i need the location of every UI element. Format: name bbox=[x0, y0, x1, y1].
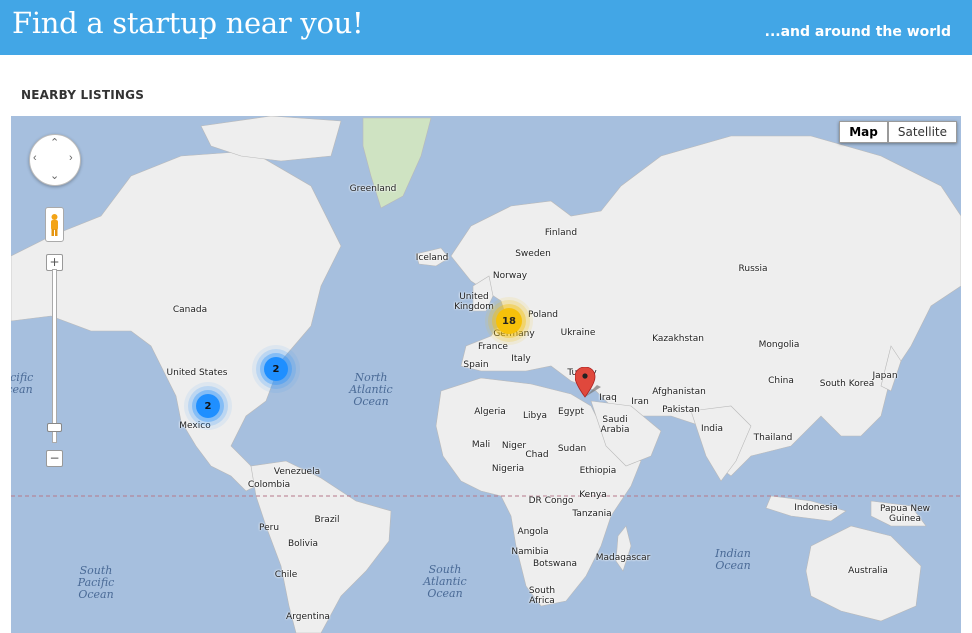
label-indonesia: Indonesia bbox=[794, 503, 838, 513]
label-kenya: Kenya bbox=[579, 490, 607, 500]
label-sudan: Sudan bbox=[557, 444, 587, 454]
label-angola: Angola bbox=[517, 527, 549, 537]
label-saudi-arabia: Saudi Arabia bbox=[600, 415, 630, 435]
label-namibia: Namibia bbox=[511, 547, 549, 557]
label-south-pacific-ocean: South Pacific Ocean bbox=[77, 564, 115, 601]
label-pakistan: Pakistan bbox=[662, 405, 700, 415]
label-venezuela: Venezuela bbox=[273, 467, 321, 477]
label-bolivia: Bolivia bbox=[287, 539, 319, 549]
label-brazil: Brazil bbox=[314, 515, 340, 525]
pegman-icon[interactable] bbox=[45, 207, 64, 242]
label-colombia: Colombia bbox=[247, 480, 291, 490]
label-tanzania: Tanzania bbox=[572, 509, 612, 519]
label-peru: Peru bbox=[258, 523, 280, 533]
page-header: Find a startup near you! ...and around t… bbox=[0, 0, 972, 55]
label-pacific-ocean: Pacific Ocean bbox=[11, 371, 34, 396]
cluster-marker-mexico[interactable]: 2 bbox=[196, 394, 220, 418]
label-madagascar: Madagascar bbox=[595, 553, 651, 563]
label-thailand: Thailand bbox=[753, 433, 793, 443]
label-dr-congo: DR Congo bbox=[528, 496, 574, 506]
label-china: China bbox=[768, 376, 794, 386]
label-ethiopia: Ethiopia bbox=[579, 466, 617, 476]
label-greenland: Greenland bbox=[349, 184, 397, 194]
label-afghanistan: Afghanistan bbox=[652, 387, 706, 397]
label-south-korea: South Korea bbox=[819, 379, 875, 389]
label-mexico: Mexico bbox=[179, 421, 211, 431]
pan-control-icon[interactable]: ⌃ ⌄ ‹ › bbox=[29, 134, 81, 186]
label-russia: Russia bbox=[738, 264, 768, 274]
map-type-map-button[interactable]: Map bbox=[839, 121, 888, 143]
label-france: France bbox=[478, 342, 508, 352]
label-chile: Chile bbox=[274, 570, 298, 580]
world-map[interactable]: Greenland Iceland Finland Sweden Norway … bbox=[11, 116, 961, 633]
zoom-slider-icon[interactable] bbox=[52, 269, 57, 443]
section-heading: NEARBY LISTINGS bbox=[21, 88, 145, 102]
label-canada: Canada bbox=[172, 305, 208, 315]
label-mali: Mali bbox=[471, 440, 491, 450]
label-mongolia: Mongolia bbox=[758, 340, 800, 350]
page-title: Find a startup near you! bbox=[12, 6, 364, 40]
label-spain: Spain bbox=[463, 360, 489, 370]
label-niger: Niger bbox=[501, 441, 527, 451]
label-indian-ocean: Indian Ocean bbox=[715, 547, 751, 572]
label-iran: Iran bbox=[631, 397, 649, 407]
label-south-atlantic-ocean: South Atlantic Ocean bbox=[423, 563, 467, 600]
cluster-marker-europe[interactable]: 18 bbox=[496, 308, 522, 334]
label-egypt: Egypt bbox=[558, 407, 584, 417]
map-pin-icon[interactable] bbox=[575, 367, 605, 399]
label-nigeria: Nigeria bbox=[491, 464, 525, 474]
label-libya: Libya bbox=[522, 411, 548, 421]
label-india: India bbox=[700, 424, 724, 434]
label-united-kingdom: United Kingdom bbox=[454, 292, 494, 312]
label-poland: Poland bbox=[527, 310, 559, 320]
label-algeria: Algeria bbox=[474, 407, 506, 417]
label-chad: Chad bbox=[525, 450, 549, 460]
label-sweden: Sweden bbox=[515, 249, 551, 259]
label-argentina: Argentina bbox=[286, 612, 330, 622]
map-type-satellite-button[interactable]: Satellite bbox=[887, 121, 957, 143]
label-finland: Finland bbox=[544, 228, 578, 238]
label-iceland: Iceland bbox=[415, 253, 449, 263]
map-base bbox=[11, 116, 961, 633]
label-papua-new-guinea: Papua New Guinea bbox=[880, 504, 930, 524]
label-botswana: Botswana bbox=[533, 559, 577, 569]
label-italy: Italy bbox=[511, 354, 531, 364]
label-norway: Norway bbox=[492, 271, 528, 281]
label-north-atlantic-ocean: North Atlantic Ocean bbox=[349, 371, 393, 408]
cluster-marker-us-east[interactable]: 2 bbox=[264, 357, 288, 381]
label-united-states: United States bbox=[166, 368, 228, 378]
label-kazakhstan: Kazakhstan bbox=[652, 334, 704, 344]
label-australia: Australia bbox=[848, 566, 888, 576]
zoom-out-button[interactable]: − bbox=[46, 450, 63, 467]
label-south-africa: South Africa bbox=[528, 586, 556, 606]
zoom-slider-thumb[interactable] bbox=[47, 423, 62, 432]
label-japan: Japan bbox=[872, 371, 898, 381]
map-type-control: Map Satellite bbox=[839, 121, 957, 143]
label-ukraine: Ukraine bbox=[560, 328, 596, 338]
page-tagline: ...and around the world bbox=[764, 24, 951, 40]
